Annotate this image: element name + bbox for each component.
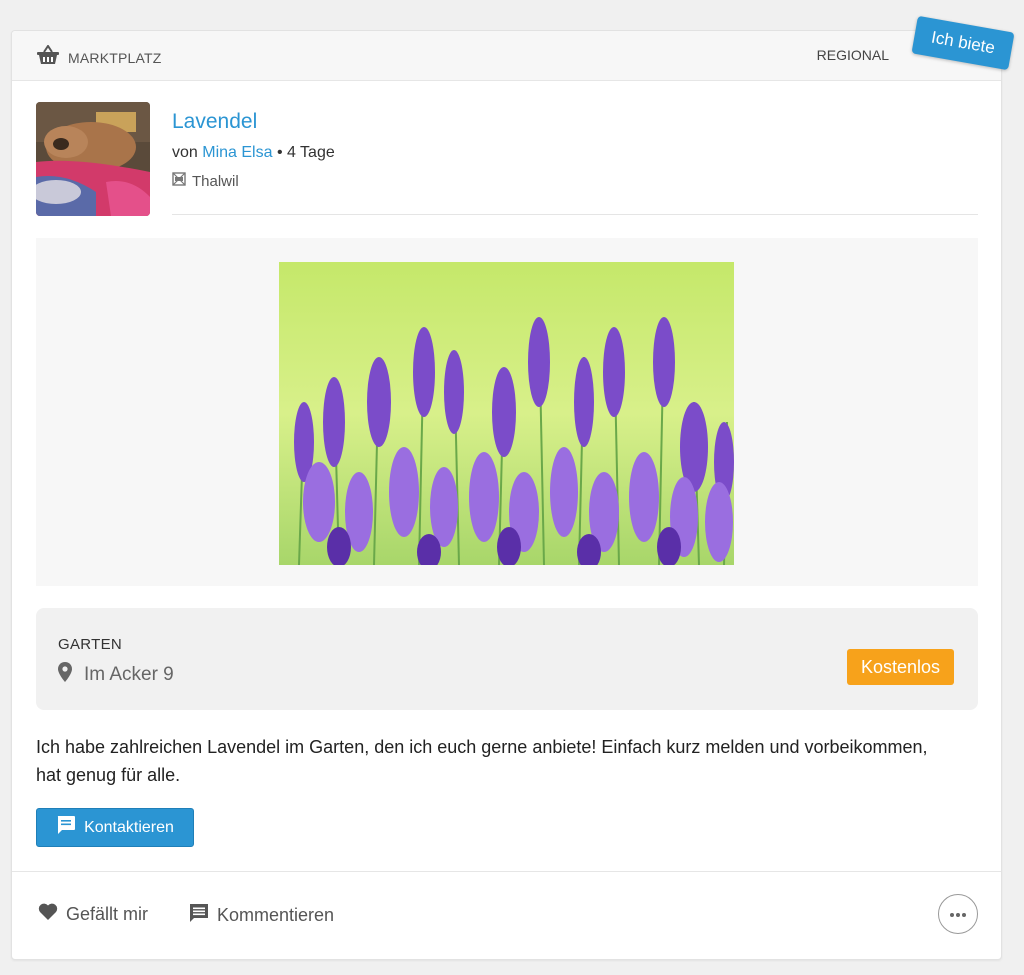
like-label: Gefällt mir: [66, 904, 149, 924]
price-badge: Kostenlos: [847, 649, 954, 685]
post-description: Ich habe zahlreichen Lavendel im Garten,…: [36, 737, 928, 785]
category-text: MARKTPLATZ: [68, 49, 162, 66]
header-divider: [172, 214, 978, 215]
chat-icon: [56, 815, 76, 840]
info-box: GARTEN Im Acker 9 Kostenlos: [36, 608, 978, 710]
basket-icon: [36, 44, 60, 70]
heart-icon: [38, 903, 58, 926]
post-title[interactable]: Lavendel: [172, 110, 257, 134]
contact-button[interactable]: Kontaktieren: [36, 808, 194, 847]
author-link[interactable]: Mina Elsa: [202, 144, 272, 161]
like-button[interactable]: Gefällt mir: [38, 903, 148, 926]
category-label[interactable]: MARKTPLATZ: [36, 44, 162, 70]
address-text: Im Acker 9: [84, 664, 174, 685]
location-text: Thalwil: [192, 172, 239, 190]
map-pin-icon: [58, 662, 72, 688]
more-icon: [949, 905, 967, 923]
more-button[interactable]: [938, 894, 978, 934]
avatar[interactable]: [36, 102, 150, 216]
comment-label: Kommentieren: [217, 905, 335, 925]
flag-icon: [172, 172, 186, 190]
info-category: GARTEN: [58, 636, 123, 653]
scope-label: REGIONAL: [816, 47, 889, 63]
post-meta: von Mina Elsa • 4 Tage: [172, 144, 335, 162]
post-location[interactable]: Thalwil: [172, 172, 239, 190]
post-photo[interactable]: [279, 262, 734, 565]
photo-container: [36, 238, 978, 586]
comment-button[interactable]: Kommentieren: [189, 903, 334, 928]
card-header: MARKTPLATZ REGIONAL: [12, 31, 1001, 81]
contact-label: Kontaktieren: [84, 818, 174, 836]
by-label: von: [172, 144, 198, 161]
comment-icon: [189, 903, 209, 928]
info-address: Im Acker 9: [58, 662, 174, 688]
post-age: • 4 Tage: [276, 144, 335, 161]
footer-divider: [12, 871, 1001, 872]
